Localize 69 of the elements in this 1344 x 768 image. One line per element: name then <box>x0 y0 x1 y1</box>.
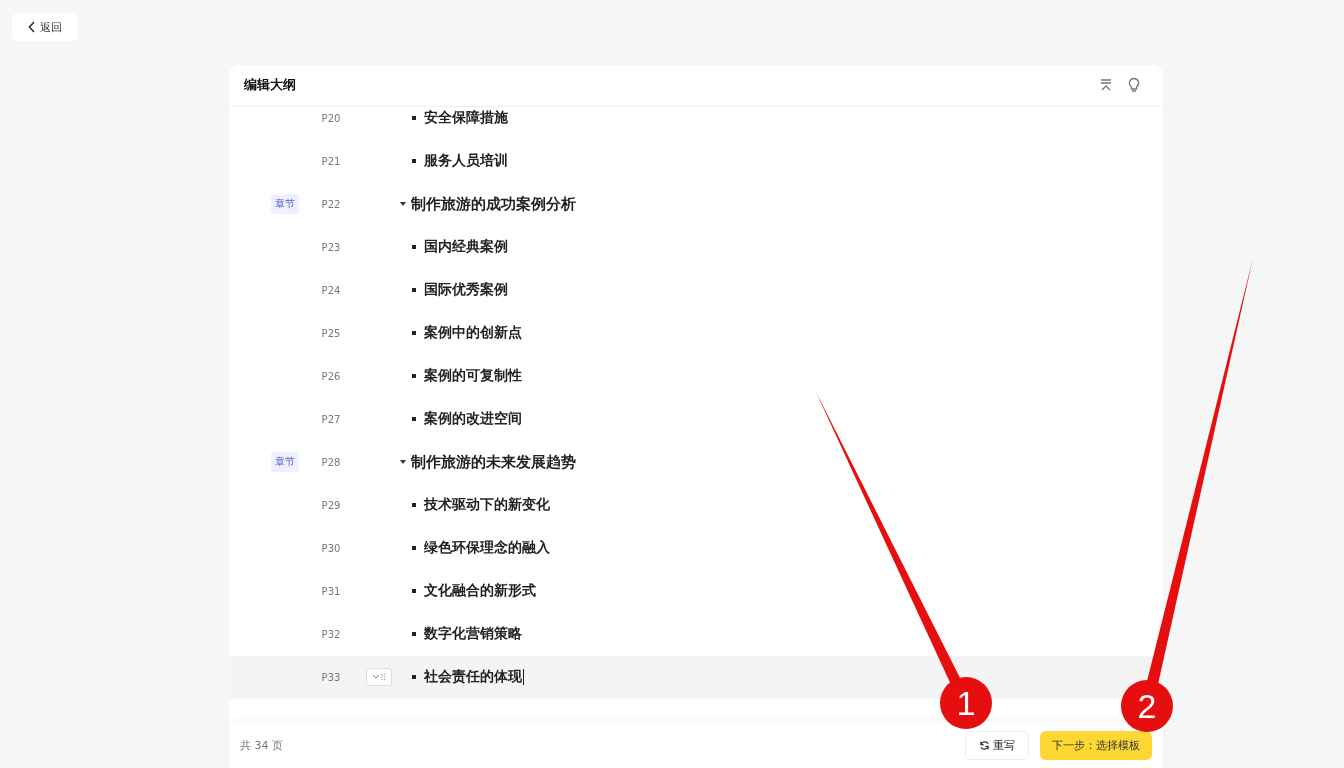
callout-badge: 2 <box>1121 680 1173 732</box>
section-tag: 章节 <box>271 452 299 473</box>
item-title: 案例中的创新点 <box>424 324 522 343</box>
refresh-icon <box>979 739 990 751</box>
expand-triangle-icon[interactable] <box>400 459 406 465</box>
item-title: 国内经典案例 <box>424 238 508 257</box>
bullet-icon <box>412 417 416 422</box>
page-number: P22 <box>320 198 342 210</box>
page-number: P29 <box>320 499 342 511</box>
outline-row[interactable]: P25 案例中的创新点 <box>229 311 530 355</box>
page-number: P33 <box>320 671 342 683</box>
page-count: 共 34 页 <box>240 737 283 753</box>
outline-row[interactable]: P24 国际优秀案例 <box>229 268 516 312</box>
page-number: P31 <box>320 585 342 597</box>
outline-row[interactable]: 章节 P28 制作旅游的未来发展趋势 <box>229 440 584 484</box>
page-number: P25 <box>320 327 342 339</box>
bullet-icon <box>412 116 416 121</box>
page-number: P26 <box>320 370 342 382</box>
bullet-icon <box>412 503 416 508</box>
item-title: 绿色环保理念的融入 <box>424 539 550 558</box>
lightbulb-icon[interactable] <box>1127 77 1141 94</box>
chapter-title: 制作旅游的成功案例分析 <box>411 194 576 214</box>
next-button[interactable]: 下一步：选择模板 <box>1040 730 1152 760</box>
section-tag: 章节 <box>271 194 299 215</box>
outline-row[interactable]: 章节 P22 制作旅游的成功案例分析 <box>229 182 584 226</box>
bullet-icon <box>412 589 416 594</box>
editor-title: 编辑大纲 <box>244 76 296 95</box>
item-title: 安全保障措施 <box>424 109 508 128</box>
item-title: 国际优秀案例 <box>424 281 508 300</box>
bullet-icon <box>412 546 416 551</box>
item-title: 社会责任的体现 <box>424 668 522 687</box>
bullet-icon <box>412 288 416 293</box>
item-title: 技术驱动下的新变化 <box>424 496 550 515</box>
bullet-icon <box>412 159 416 164</box>
bullet-icon <box>412 675 416 680</box>
expand-triangle-icon[interactable] <box>400 201 406 207</box>
outline-row[interactable]: P32 数字化营销策略 <box>229 612 530 656</box>
page-number: P30 <box>320 542 342 554</box>
rewrite-button[interactable]: 重写 <box>965 730 1029 760</box>
collapse-icon[interactable] <box>1099 78 1113 93</box>
back-button[interactable]: 返回 <box>12 13 78 41</box>
chapter-title: 制作旅游的未来发展趋势 <box>411 452 576 472</box>
callout-badge: 1 <box>940 677 992 729</box>
page-number: P24 <box>320 284 342 296</box>
item-title: 案例的可复制性 <box>424 367 522 386</box>
outline-row[interactable]: P26 案例的可复制性 <box>229 354 530 398</box>
item-title: 数字化营销策略 <box>424 625 522 644</box>
item-title: 文化融合的新形式 <box>424 582 536 601</box>
item-title: 案例的改进空间 <box>424 410 522 429</box>
item-title: 服务人员培训 <box>424 152 508 171</box>
chevron-left-icon <box>28 21 36 33</box>
bullet-icon <box>412 331 416 336</box>
outline-row[interactable]: P31 文化融合的新形式 <box>229 569 544 613</box>
outline-row[interactable]: P29 技术驱动下的新变化 <box>229 483 558 527</box>
bullet-icon <box>412 245 416 250</box>
bullet-icon <box>412 374 416 379</box>
outline-row[interactable]: P27 案例的改进空间 <box>229 397 530 441</box>
page-number: P27 <box>320 413 342 425</box>
drag-handle[interactable] <box>366 668 392 687</box>
outline-row[interactable]: P21 服务人员培训 <box>229 139 516 183</box>
page-number: P23 <box>320 241 342 253</box>
outline-row[interactable]: P30 绿色环保理念的融入 <box>229 526 558 570</box>
outline-row[interactable]: P20 安全保障措施 <box>229 106 516 140</box>
bullet-icon <box>412 632 416 637</box>
page-number: P32 <box>320 628 342 640</box>
page-number: P21 <box>320 155 342 167</box>
page-number: P20 <box>320 112 342 124</box>
page-number: P28 <box>320 456 342 468</box>
outline-row[interactable]: P23 国内经典案例 <box>229 225 516 269</box>
